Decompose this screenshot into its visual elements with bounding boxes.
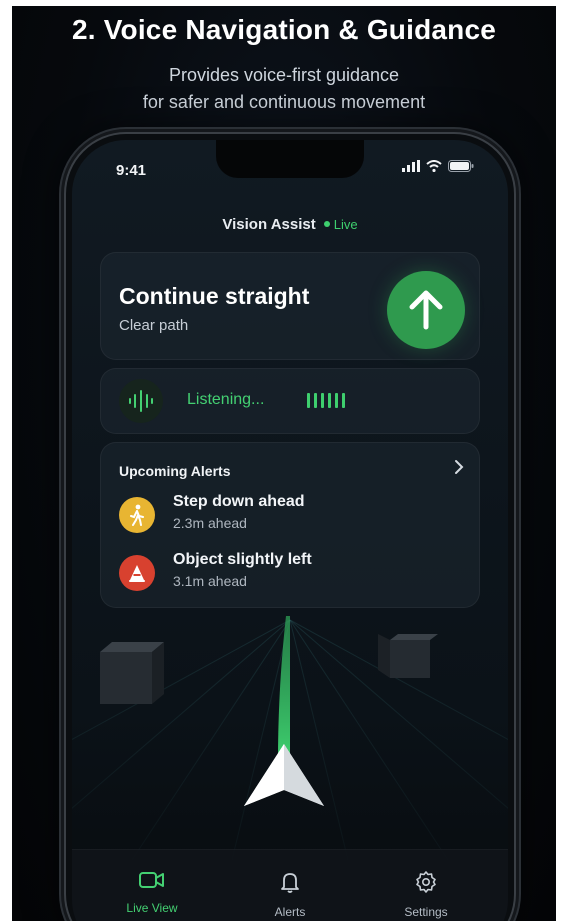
direction-detail: Clear path — [119, 317, 189, 334]
alert-icon-badge — [119, 555, 155, 591]
warning-cone-icon — [129, 565, 145, 582]
video-camera-icon — [139, 872, 164, 888]
promo-subline-line-2: for safer and continuous movement — [142, 92, 426, 112]
alert-item[interactable]: Object slightly left 3.1m ahead — [119, 551, 465, 599]
audio-level-bar — [314, 393, 317, 408]
chevron-right-icon[interactable] — [453, 459, 465, 475]
phone-silent-switch — [61, 268, 65, 298]
wifi-icon — [426, 160, 442, 172]
live-indicator-dot — [323, 221, 330, 228]
alert-icon-badge — [119, 497, 155, 533]
guidance-path — [278, 616, 290, 760]
upcoming-alerts-card[interactable]: Upcoming Alerts Step down ahead 2.3m ahe… — [100, 442, 480, 608]
audio-level-bar — [342, 393, 345, 408]
tab-alerts[interactable]: Alerts — [230, 870, 350, 919]
phone-volume-down — [61, 394, 65, 452]
bell-icon — [281, 873, 299, 893]
audio-level-bar — [321, 393, 324, 408]
phone-power-button — [517, 378, 521, 470]
gear-icon — [416, 871, 436, 893]
arrow-up-icon — [409, 290, 443, 330]
listening-card[interactable]: Listening... — [100, 368, 480, 434]
phone-volume-up — [61, 324, 65, 382]
live-status: Live — [333, 217, 358, 232]
promo-subline: Provides voice-first guidance for safer … — [12, 62, 556, 116]
phone-frame: 9:41 Vision Assist Live Continue straigh… — [66, 134, 514, 921]
phone-screen: 9:41 Vision Assist Live Continue straigh… — [72, 140, 508, 921]
alerts-heading: Upcoming Alerts — [119, 463, 231, 479]
status-time: 9:41 — [116, 162, 147, 179]
tab-alerts-label: Alerts — [274, 905, 306, 919]
obstacle-box-left — [100, 642, 164, 704]
tab-live-view-label: Live View — [126, 901, 178, 915]
signal-icon — [402, 160, 420, 172]
alert-item[interactable]: Step down ahead 2.3m ahead — [119, 493, 465, 541]
promo-panel: 2. Voice Navigation & Guidance Provides … — [12, 6, 556, 921]
alert-distance: 3.1m ahead — [173, 573, 247, 589]
audio-level-bar — [335, 393, 338, 408]
audio-level-bar — [328, 393, 331, 408]
direction-card[interactable]: Continue straight Clear path — [100, 252, 480, 360]
bottom-tab-bar: Live View Alerts Settings — [72, 849, 508, 921]
audio-level-bar — [307, 393, 310, 408]
audio-level-bars — [307, 393, 345, 408]
pedestrian-icon — [130, 504, 144, 526]
alert-title: Step down ahead — [173, 493, 305, 510]
tab-live-view[interactable]: Live View — [92, 870, 212, 915]
battery-icon — [448, 160, 474, 172]
voice-wave-icon — [129, 390, 153, 412]
voice-wave-button[interactable] — [119, 379, 163, 423]
app-title: Vision Assist — [222, 216, 316, 233]
direction-instruction: Continue straight — [119, 283, 310, 309]
app-header: Vision Assist Live — [72, 216, 508, 233]
dynamic-island — [216, 140, 364, 178]
camera-scene — [72, 616, 508, 860]
alert-distance: 2.3m ahead — [173, 515, 247, 531]
promo-subline-line-1: Provides voice-first guidance — [168, 65, 400, 85]
promo-headline: 2. Voice Navigation & Guidance — [71, 14, 497, 45]
direction-badge — [387, 271, 465, 349]
tab-settings-label: Settings — [404, 905, 448, 919]
status-icons — [402, 160, 474, 172]
alert-title: Object slightly left — [173, 551, 312, 568]
navigation-arrow-icon — [244, 744, 324, 806]
obstacle-box-right — [378, 634, 438, 678]
tab-settings[interactable]: Settings — [366, 870, 486, 919]
listening-status: Listening... — [187, 391, 265, 408]
